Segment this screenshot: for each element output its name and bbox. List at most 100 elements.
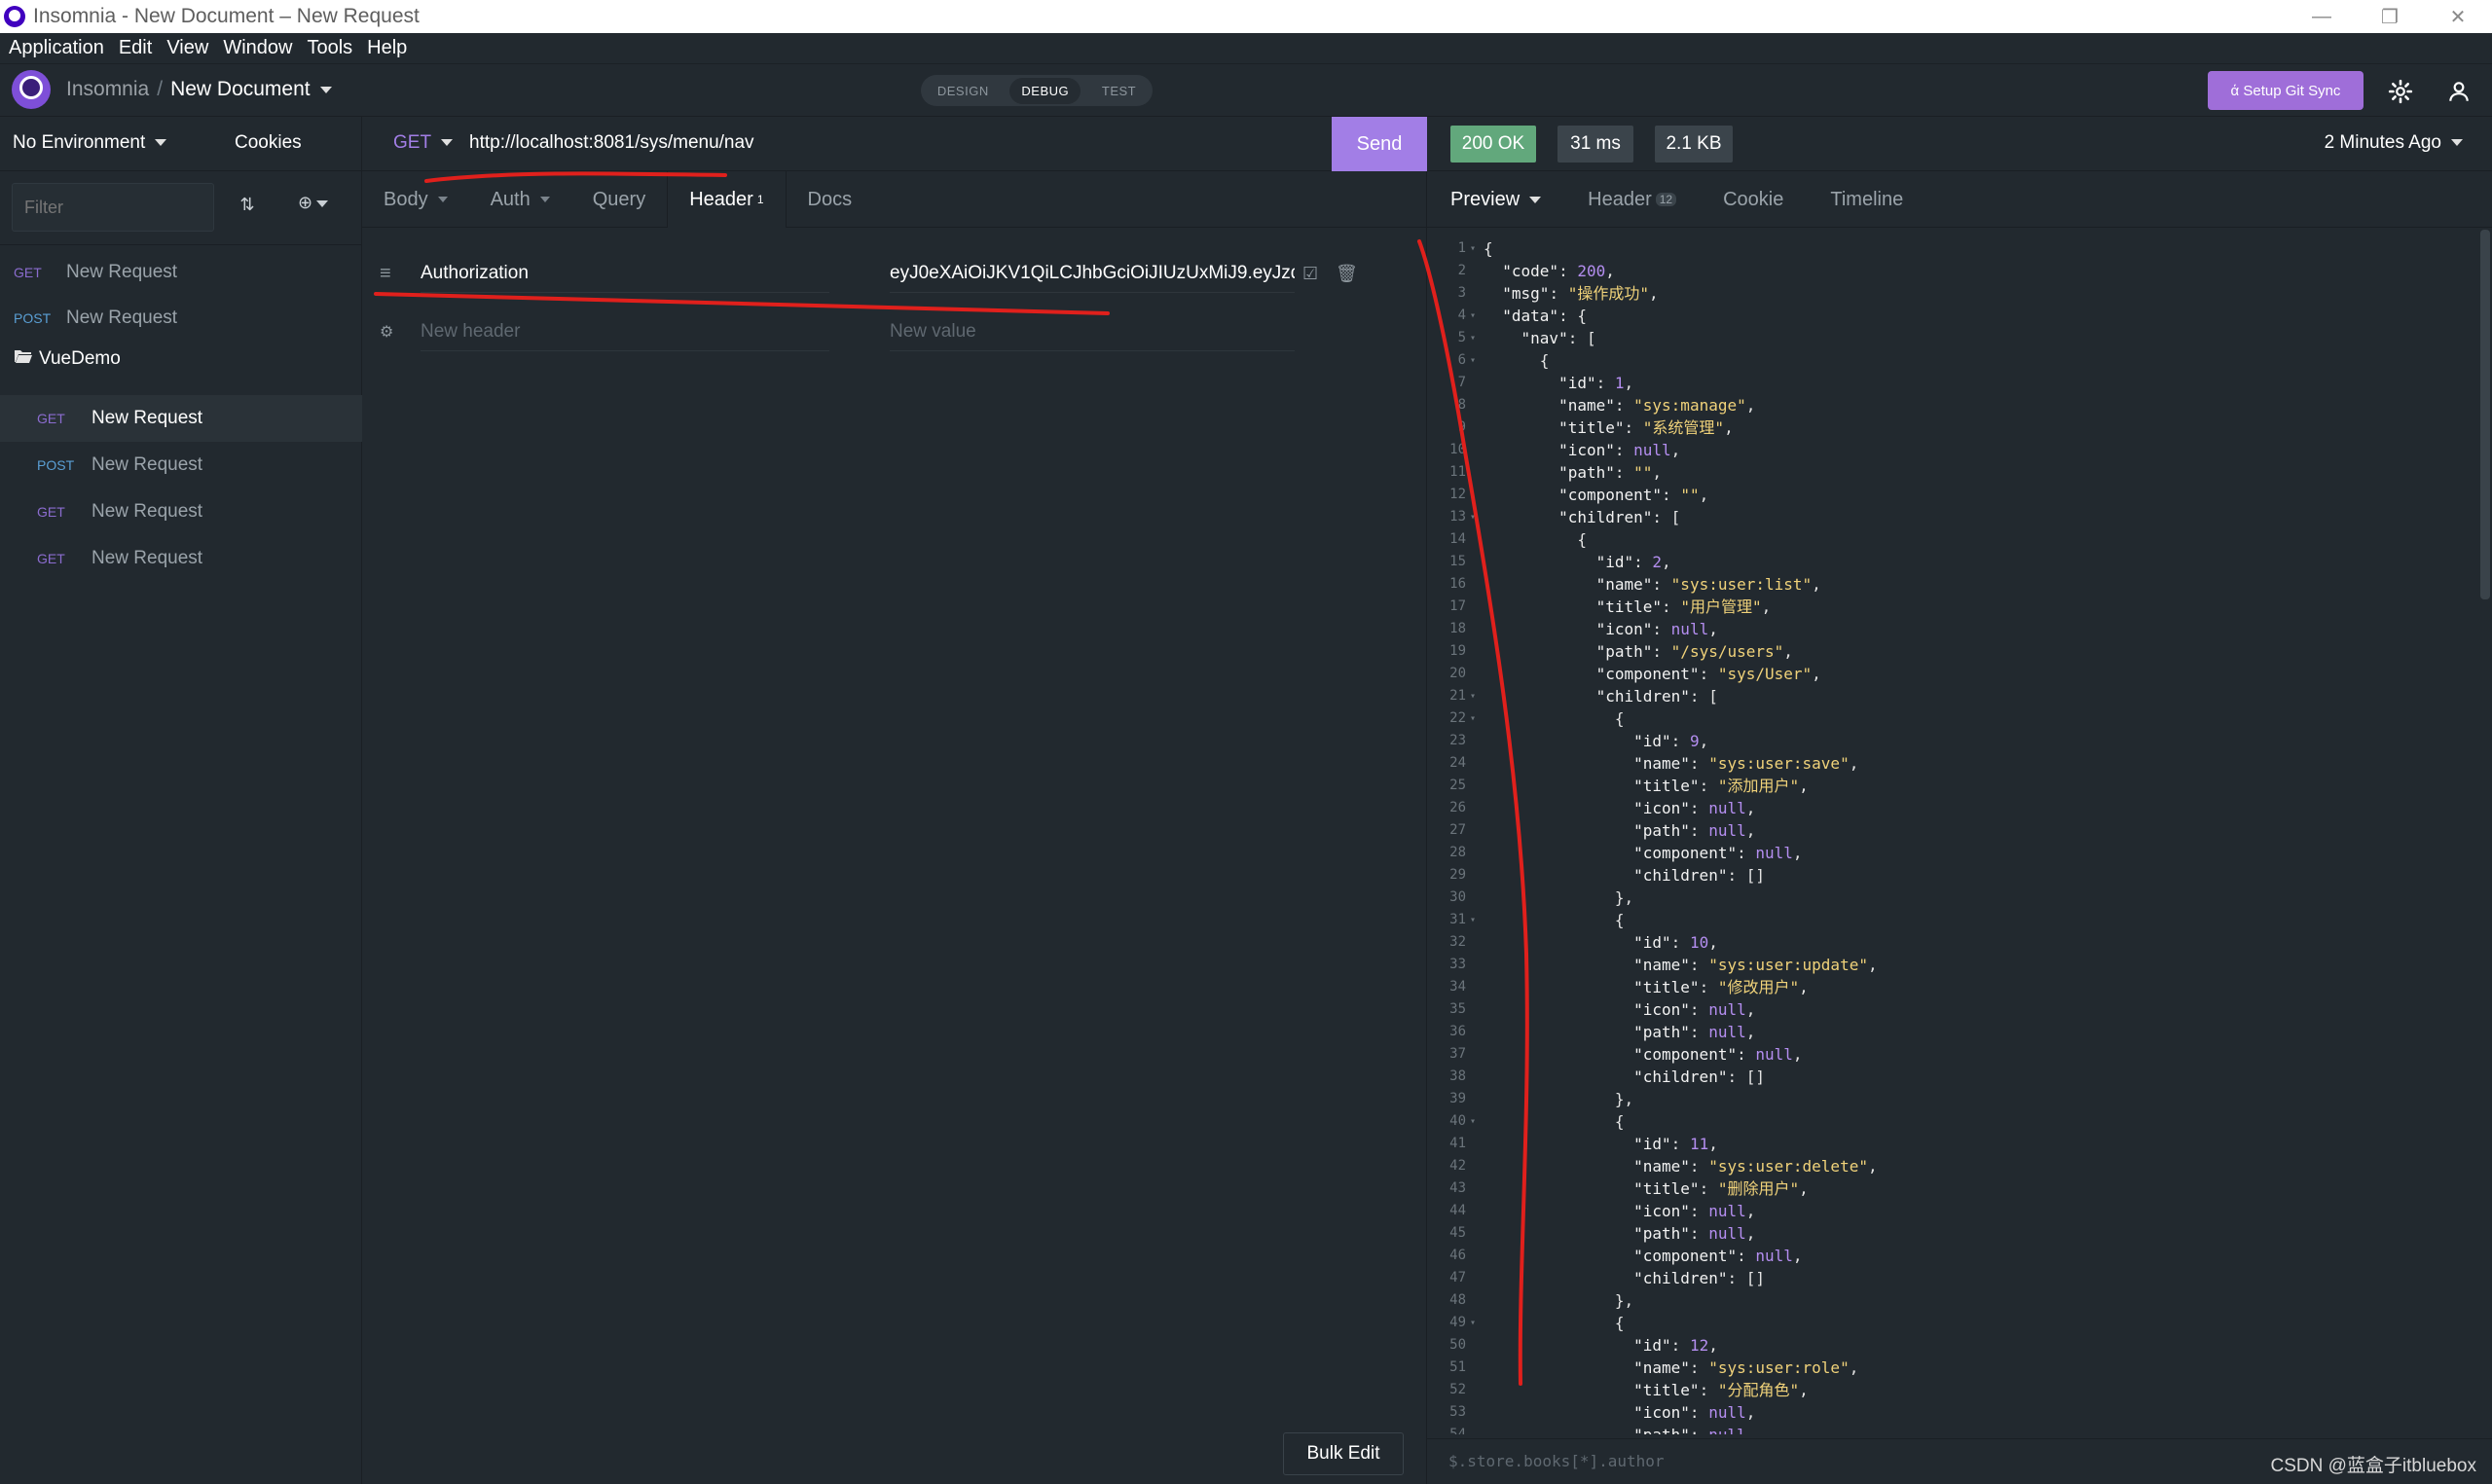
tab-header[interactable]: Header 1: [667, 171, 787, 228]
url-input[interactable]: http://localhost:8081/sys/menu/nav: [469, 132, 754, 154]
trash-icon[interactable]: 🗑: [1336, 264, 1358, 284]
bulk-edit-button[interactable]: Bulk Edit: [1283, 1432, 1404, 1475]
fold-toggle-icon[interactable]: ▾: [1470, 1312, 1484, 1334]
code-line: 20 "component": "sys/User",: [1427, 663, 2478, 685]
code-line: 24 "name": "sys:user:save",: [1427, 752, 2478, 775]
code-line: 50 "id": 12,: [1427, 1334, 2478, 1357]
code-text: "path": null: [1484, 1424, 1746, 1434]
fold-toggle-icon[interactable]: ▾: [1470, 506, 1484, 528]
code-text: {: [1484, 1314, 1625, 1332]
fold-toggle-icon[interactable]: ▾: [1470, 349, 1484, 372]
gear-icon[interactable]: [2383, 74, 2418, 109]
fold-gutter: [1470, 1200, 1484, 1222]
mode-test[interactable]: TEST: [1090, 78, 1148, 104]
fold-gutter: [1470, 528, 1484, 551]
chevron-down-icon[interactable]: [319, 86, 332, 93]
response-body-viewer[interactable]: 1 ▾{2 "code": 200, 3 "msg": "操作成功", 4 ▾ "dat…: [1427, 237, 2478, 1434]
method-select[interactable]: GET: [393, 132, 454, 154]
line-number: 26: [1449, 800, 1466, 815]
method-badge: GET: [37, 551, 65, 566]
header-name-field[interactable]: Authorization: [421, 254, 829, 293]
method-badge: POST: [14, 310, 52, 326]
user-icon[interactable]: [2441, 74, 2476, 109]
code-text: "id": 1,: [1558, 374, 1634, 392]
mode-design[interactable]: DESIGN: [926, 78, 1001, 104]
menu-edit[interactable]: Edit: [119, 37, 152, 59]
code-line: 19 "path": "/sys/users",: [1427, 640, 2478, 663]
fold-toggle-icon[interactable]: ▾: [1470, 909, 1484, 931]
setup-git-sync-button[interactable]: ά Setup Git Sync: [2208, 71, 2364, 110]
line-number: 49: [1449, 1315, 1466, 1330]
response-history-dropdown[interactable]: 2 Minutes Ago: [2325, 132, 2463, 154]
sidebar-request-item[interactable]: GET New Request: [0, 395, 362, 442]
fold-gutter: [1470, 954, 1484, 976]
mode-debug[interactable]: DEBUG: [1009, 77, 1081, 104]
menu-view[interactable]: View: [166, 37, 208, 59]
drag-handle-icon[interactable]: ≡: [380, 263, 391, 285]
fold-toggle-icon[interactable]: ▾: [1470, 237, 1484, 260]
fold-toggle-icon[interactable]: ▾: [1470, 707, 1484, 730]
new-header-field[interactable]: New header: [421, 312, 829, 351]
tab-response-header[interactable]: Header 12: [1564, 171, 1700, 228]
restore-icon[interactable]: ❐: [2356, 0, 2424, 33]
header-value-field[interactable]: eyJ0eXAiOiJKV1QiLCJhbGciOiJIUzUxMiJ9.eyJ…: [890, 254, 1295, 293]
code-line: 28 "component": null,: [1427, 842, 2478, 864]
line-number: 15: [1449, 554, 1466, 569]
code-text: "code": 200,: [1502, 262, 1615, 280]
tab-docs[interactable]: Docs: [787, 171, 874, 228]
menu-help[interactable]: Help: [367, 37, 407, 59]
menu-window[interactable]: Window: [223, 37, 292, 59]
fold-gutter: [1470, 775, 1484, 797]
code-text: "children": []: [1633, 1068, 1765, 1086]
code-text: "id": 2,: [1595, 553, 1671, 571]
new-value-field[interactable]: New value: [890, 312, 1295, 351]
response-tabs: Preview Header 12 Cookie Timeline: [1427, 171, 2492, 228]
minimize-icon[interactable]: —: [2288, 0, 2356, 33]
line-number: 2: [1457, 263, 1466, 278]
send-button[interactable]: Send: [1332, 117, 1427, 171]
environment-select[interactable]: No Environment: [13, 132, 167, 154]
fold-gutter: [1470, 372, 1484, 394]
jsonpath-filter-input[interactable]: $.store.books[*].author: [1448, 1452, 1665, 1470]
checkbox-checked-icon[interactable]: ☑: [1302, 264, 1318, 284]
line-number: 6: [1457, 352, 1466, 368]
breadcrumb-document[interactable]: New Document: [170, 78, 311, 101]
menu-tools[interactable]: Tools: [307, 37, 352, 59]
close-icon[interactable]: ✕: [2424, 0, 2492, 33]
tab-label: Query: [592, 188, 646, 210]
fold-toggle-icon[interactable]: ▾: [1470, 327, 1484, 349]
line-number: 43: [1449, 1180, 1466, 1196]
add-icon[interactable]: ⊕: [298, 193, 329, 213]
url-bar: GET http://localhost:8081/sys/menu/nav S…: [362, 117, 1427, 171]
fold-toggle-icon[interactable]: ▾: [1470, 685, 1484, 707]
tab-query[interactable]: Query: [571, 171, 667, 228]
tab-timeline[interactable]: Timeline: [1807, 171, 1926, 228]
insomnia-home-icon[interactable]: [12, 70, 51, 109]
response-scrollbar[interactable]: [2480, 230, 2490, 599]
tab-auth[interactable]: Auth: [469, 171, 571, 228]
code-line: 21 ▾ "children": [: [1427, 685, 2478, 707]
tab-body[interactable]: Body: [362, 171, 469, 228]
response-status-bar: 200 OK 31 ms 2.1 KB 2 Minutes Ago: [1427, 117, 2492, 171]
sidebar-request-item[interactable]: POST New Request: [0, 442, 362, 489]
fold-toggle-icon[interactable]: ▾: [1470, 1110, 1484, 1133]
menu-application[interactable]: Application: [9, 37, 104, 59]
environment-row: No Environment Cookies: [0, 117, 362, 171]
code-line: 38 "children": []: [1427, 1066, 2478, 1088]
sidebar-request-item[interactable]: GET New Request: [0, 489, 362, 535]
sort-icon[interactable]: ⇅: [238, 195, 257, 222]
tab-cookie[interactable]: Cookie: [1700, 171, 1807, 228]
sidebar-request-item[interactable]: GET New Request: [0, 535, 362, 582]
sidebar-request-item[interactable]: GET New Request: [0, 249, 362, 296]
sidebar-folder-vuedemo[interactable]: VueDemo: [14, 348, 121, 370]
sidebar-request-item[interactable]: POST New Request: [0, 295, 362, 342]
fold-toggle-icon[interactable]: ▾: [1470, 305, 1484, 327]
code-line: 4 ▾ "data": {: [1427, 305, 2478, 327]
cookies-button[interactable]: Cookies: [235, 132, 302, 154]
tab-preview[interactable]: Preview: [1427, 171, 1564, 228]
code-text: },: [1484, 888, 1634, 907]
code-line: 30 },: [1427, 887, 2478, 909]
code-line: 42 "name": "sys:user:delete",: [1427, 1155, 2478, 1177]
breadcrumb-workspace[interactable]: Insomnia: [66, 78, 149, 101]
filter-input[interactable]: [12, 183, 214, 232]
